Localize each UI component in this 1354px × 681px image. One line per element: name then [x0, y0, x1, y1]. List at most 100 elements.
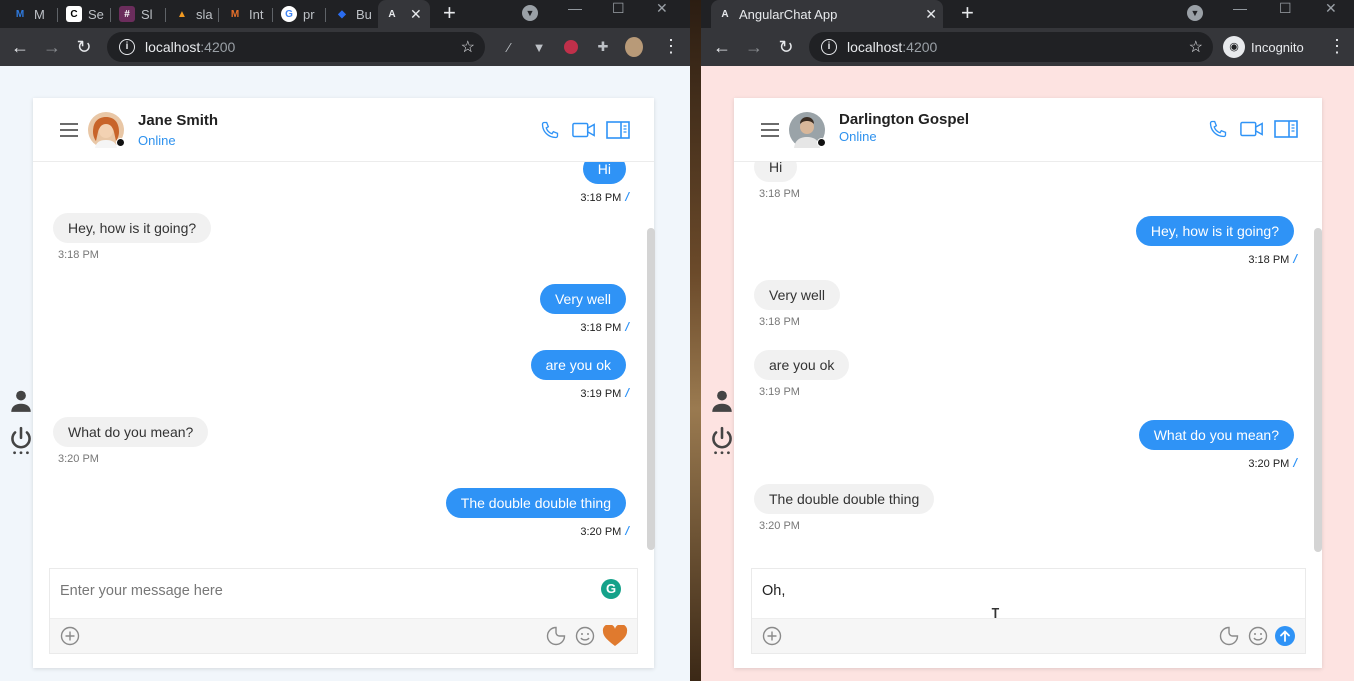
- tab-6[interactable]: Gpr: [275, 0, 321, 28]
- tab-active-angular[interactable]: A ✕: [378, 0, 430, 28]
- new-tab-button[interactable]: +: [961, 2, 974, 24]
- tab-search-icon[interactable]: ▼: [522, 5, 538, 21]
- read-receipt-icon: //: [625, 320, 628, 334]
- read-receipt-icon: //: [625, 190, 628, 204]
- sticker-icon[interactable]: [546, 626, 566, 646]
- extension-dark-icon[interactable]: ⁄: [500, 38, 518, 56]
- user-icon[interactable]: [8, 388, 34, 414]
- incognito-chip[interactable]: ◉ Incognito: [1223, 34, 1304, 60]
- contact-name: Jane Smith: [138, 112, 219, 129]
- message-input[interactable]: Enter your message here: [60, 583, 223, 599]
- contact-status: Online: [839, 129, 877, 144]
- extensions-puzzle-icon[interactable]: ✚: [594, 38, 612, 56]
- window-divider: [690, 0, 701, 681]
- reload-icon[interactable]: ↻: [72, 35, 96, 59]
- emoji-icon[interactable]: [575, 626, 595, 646]
- close-window-icon[interactable]: ✕: [656, 0, 668, 17]
- message-bubble: are you ok 3:19 PM: [754, 350, 850, 398]
- user-icon[interactable]: [709, 388, 735, 414]
- tab-active-angularchat[interactable]: A AngularChat App ✕: [711, 0, 943, 28]
- message-composer: Enter your message here G: [49, 568, 638, 654]
- c-app-icon: C: [66, 6, 82, 22]
- page-viewport: Jane Smith Online Hi 3:18 PM// Hey, how …: [0, 66, 690, 681]
- browser-menu-icon[interactable]: ⋮: [662, 36, 680, 56]
- power-icon[interactable]: [709, 426, 735, 456]
- hamburger-menu-icon[interactable]: [761, 123, 779, 137]
- close-window-icon[interactable]: ✕: [1325, 0, 1337, 17]
- profile-avatar[interactable]: [625, 37, 643, 57]
- minimize-icon[interactable]: —: [1233, 0, 1247, 16]
- phone-icon[interactable]: [1206, 119, 1230, 139]
- gmail-icon: M: [230, 8, 240, 20]
- emoji-icon[interactable]: [1248, 626, 1268, 646]
- send-icon[interactable]: [1275, 626, 1295, 646]
- site-info-icon[interactable]: i: [821, 39, 837, 55]
- chat-header: Jane Smith Online: [33, 98, 654, 162]
- chat-card: Jane Smith Online Hi 3:18 PM// Hey, how …: [33, 98, 655, 668]
- google-icon: G: [281, 6, 297, 22]
- tab-3[interactable]: # Sl: [113, 0, 159, 28]
- message-list[interactable]: Hi 3:18 PM Hey, how is it going? 3:18 PM…: [734, 162, 1322, 566]
- tab-1[interactable]: MM: [6, 0, 51, 28]
- attach-plus-icon[interactable]: [60, 626, 80, 646]
- browser-menu-icon[interactable]: ⋮: [1328, 36, 1346, 56]
- avatar[interactable]: [789, 112, 826, 148]
- tab-7[interactable]: ◆ Bu: [328, 0, 378, 28]
- message-bubble: Hi 3:18 PM//: [580, 162, 628, 204]
- message-input[interactable]: Oh,: [762, 583, 785, 599]
- incognito-icon: ◉: [1223, 36, 1245, 58]
- video-camera-icon[interactable]: [572, 120, 596, 140]
- heart-icon[interactable]: [602, 625, 628, 647]
- tab-4[interactable]: ▲ sla: [168, 0, 219, 28]
- close-tab-icon[interactable]: ✕: [410, 6, 422, 23]
- header-actions: [1206, 119, 1298, 139]
- grammarly-icon[interactable]: G: [601, 579, 621, 599]
- sidebar-toggle-icon[interactable]: [1274, 119, 1298, 139]
- site-info-icon[interactable]: i: [119, 39, 135, 55]
- tab-2[interactable]: C Se: [60, 0, 110, 28]
- firebase-icon: ▲: [177, 8, 187, 20]
- tab-5[interactable]: M Int: [221, 0, 269, 28]
- presence-dot: [817, 138, 826, 147]
- video-camera-icon[interactable]: [1240, 119, 1264, 139]
- extension-shield-icon[interactable]: [562, 38, 580, 56]
- scrollbar[interactable]: [647, 228, 655, 550]
- back-icon[interactable]: ←: [8, 35, 32, 59]
- side-rail: [709, 388, 737, 468]
- sticker-icon[interactable]: [1219, 626, 1239, 646]
- extension-vue-icon[interactable]: ▼: [530, 38, 548, 56]
- message-bubble: The double double thing 3:20 PM//: [445, 488, 628, 538]
- contact-status: Online: [138, 133, 176, 148]
- message-bubble: Very well 3:18 PM//: [539, 284, 628, 334]
- close-tab-icon[interactable]: ✕: [925, 6, 937, 23]
- attach-plus-icon[interactable]: [762, 626, 782, 646]
- forward-icon[interactable]: →: [742, 35, 766, 59]
- address-bar[interactable]: i localhost:4200 ☆: [809, 32, 1213, 62]
- contact-name: Darlington Gospel: [839, 111, 970, 128]
- reload-icon[interactable]: ↻: [774, 35, 798, 59]
- new-tab-button[interactable]: +: [443, 2, 456, 24]
- hamburger-menu-icon[interactable]: [60, 123, 78, 137]
- tab-search-icon[interactable]: ▼: [1187, 5, 1203, 21]
- minimize-icon[interactable]: —: [568, 0, 582, 16]
- tab-strip: A AngularChat App ✕ + ▼ — ☐ ✕: [701, 0, 1354, 28]
- forward-icon[interactable]: →: [40, 35, 64, 59]
- mailchimp-icon: M: [15, 8, 25, 20]
- bookmark-star-icon[interactable]: ☆: [1189, 37, 1203, 57]
- maximize-icon[interactable]: ☐: [1279, 0, 1292, 17]
- back-icon[interactable]: ←: [710, 35, 734, 59]
- phone-icon[interactable]: [538, 120, 562, 140]
- sidebar-toggle-icon[interactable]: [606, 120, 630, 140]
- message-list[interactable]: Hi 3:18 PM// Hey, how is it going? 3:18 …: [33, 162, 654, 566]
- maximize-icon[interactable]: ☐: [612, 0, 625, 17]
- scrollbar[interactable]: [1314, 228, 1322, 552]
- address-bar[interactable]: i localhost:4200 ☆: [107, 32, 485, 62]
- message-bubble: are you ok 3:19 PM//: [530, 350, 628, 400]
- presence-dot: [116, 138, 125, 147]
- bookmark-star-icon[interactable]: ☆: [461, 37, 475, 57]
- power-icon[interactable]: [8, 426, 34, 456]
- left-browser-window: MM C Se # Sl ▲ sla M Int Gpr ◆ Bu A ✕ + ▼ — ☐ …: [0, 0, 690, 681]
- right-browser-window: A AngularChat App ✕ + ▼ — ☐ ✕ ← → ↻ i lo…: [701, 0, 1354, 681]
- tab-strip: MM C Se # Sl ▲ sla M Int Gpr ◆ Bu A ✕ + ▼ — ☐ …: [0, 0, 690, 28]
- avatar[interactable]: [88, 112, 125, 148]
